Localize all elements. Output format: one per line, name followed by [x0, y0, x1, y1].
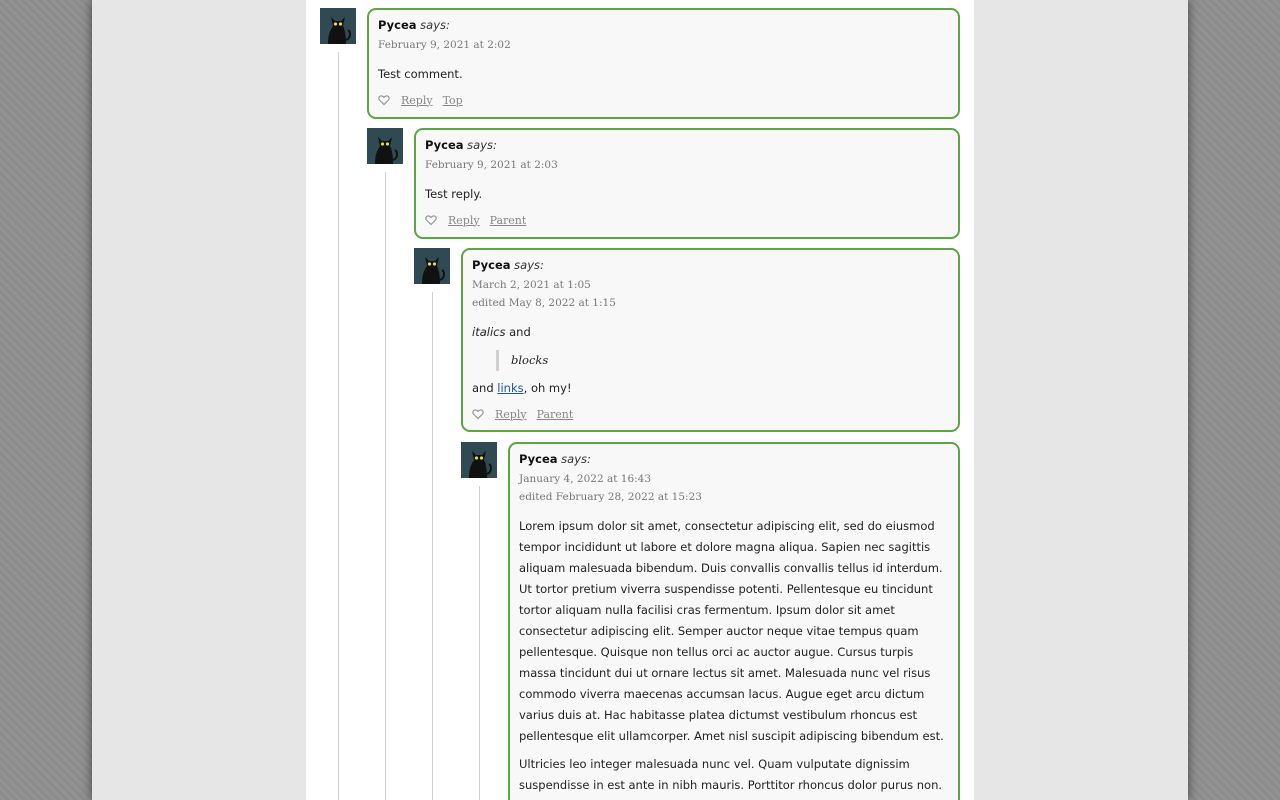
comment-paragraph: Test comment.: [378, 67, 463, 81]
author-name[interactable]: Pycea: [472, 258, 511, 272]
avatar[interactable]: [320, 8, 356, 44]
comment-box: Pycea says: January 4, 2022 at 16:43 edi…: [508, 442, 960, 800]
comment-paragraph: Lorem ipsum dolor sit amet, consectetur …: [519, 519, 944, 743]
comment-box: Pycea says: February 9, 2021 at 2:02 Tes…: [367, 8, 960, 119]
reply-link[interactable]: Reply: [448, 214, 480, 227]
comment-date[interactable]: January 4, 2022 at 16:43: [519, 470, 949, 488]
author-line: Pycea says:: [425, 138, 949, 152]
author-name[interactable]: Pycea: [425, 138, 464, 152]
comment-actions: Reply Parent: [425, 212, 949, 228]
page-background-right: [1188, 0, 1280, 800]
heart-outline-icon[interactable]: [472, 408, 484, 420]
paragraph-text: and: [505, 325, 531, 339]
author-name[interactable]: Pycea: [378, 18, 417, 32]
says-label: says:: [514, 258, 544, 272]
comment-text: Test comment.: [378, 64, 949, 85]
edited-date: edited May 8, 2022 at 1:15: [472, 297, 616, 309]
comment-paragraph: Test reply.: [425, 187, 483, 201]
top-link[interactable]: Top: [443, 94, 463, 107]
thread-line: [432, 292, 433, 800]
says-label: says:: [467, 138, 497, 152]
thread-line: [479, 486, 480, 800]
comments-column: Pycea says: February 9, 2021 at 2:02 Tes…: [306, 0, 974, 800]
thread-line: [338, 52, 339, 800]
comment-paragraph: and links, oh my!: [472, 378, 949, 399]
author-name[interactable]: Pycea: [519, 452, 558, 466]
comment-paragraph: Ultricies leo integer malesuada nunc vel…: [519, 757, 943, 800]
comment-paragraph: italics and: [472, 322, 949, 343]
black-cat-avatar-icon: [320, 8, 356, 44]
blockquote: blocks: [496, 350, 949, 371]
edited-date: edited February 28, 2022 at 15:23: [519, 491, 702, 503]
avatar[interactable]: [367, 128, 403, 164]
author-line: Pycea says:: [519, 452, 949, 466]
comment-date[interactable]: February 9, 2021 at 2:02: [378, 36, 949, 54]
thread-line: [385, 172, 386, 800]
comment-text: Lorem ipsum dolor sit amet, consectetur …: [519, 516, 949, 800]
parent-link[interactable]: Parent: [490, 214, 527, 227]
comment-text: italics and blocks and links, oh my!: [472, 322, 949, 399]
heart-outline-icon[interactable]: [425, 214, 437, 226]
comment-text: Test reply.: [425, 184, 949, 205]
paragraph-text: , oh my!: [523, 381, 572, 395]
comment-box: Pycea says: March 2, 2021 at 1:05 edited…: [461, 248, 960, 432]
black-cat-avatar-icon: [461, 442, 497, 478]
author-line: Pycea says:: [472, 258, 949, 272]
comment-box: Pycea says: February 9, 2021 at 2:03 Tes…: [414, 128, 960, 239]
avatar[interactable]: [414, 248, 450, 284]
says-label: says:: [420, 18, 450, 32]
parent-link[interactable]: Parent: [537, 408, 574, 421]
italic-text: italics: [472, 325, 506, 339]
comment-actions: Reply Top: [378, 92, 949, 108]
comment-date[interactable]: March 2, 2021 at 1:05: [472, 276, 949, 294]
comment-actions: Reply Parent: [472, 406, 949, 422]
reply-link[interactable]: Reply: [401, 94, 433, 107]
paragraph-text: and: [472, 381, 498, 395]
avatar[interactable]: [461, 442, 497, 478]
black-cat-avatar-icon: [367, 128, 403, 164]
says-label: says:: [561, 452, 591, 466]
comment: Pycea says: January 4, 2022 at 16:43 edi…: [461, 442, 960, 800]
page-background-left: [0, 0, 92, 800]
black-cat-avatar-icon: [414, 248, 450, 284]
comment-date[interactable]: February 9, 2021 at 2:03: [425, 156, 949, 174]
heart-outline-icon[interactable]: [378, 94, 390, 106]
author-line: Pycea says:: [378, 18, 949, 32]
reply-link[interactable]: Reply: [495, 408, 527, 421]
inline-link[interactable]: links: [497, 381, 523, 395]
